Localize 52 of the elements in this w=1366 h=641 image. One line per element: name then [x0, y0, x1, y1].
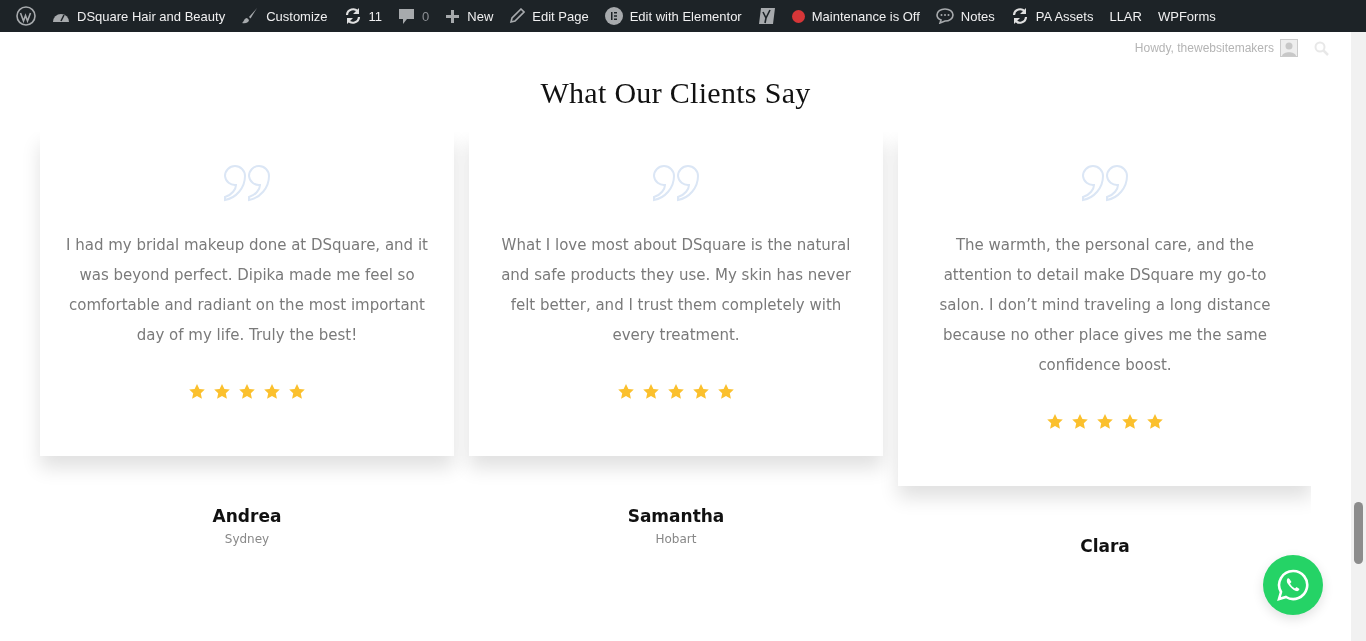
star-icon [1072, 414, 1088, 429]
testimonial-text: The warmth, the personal care, and the attention to detail make DSquare my go-to salon. I don’t mind traveling a long distance because no other place gives me the same confidence boost. [938, 235, 1272, 376]
comment-icon [398, 7, 416, 25]
client-name: Clara [1080, 536, 1130, 556]
wordpress-logo-icon [16, 6, 36, 26]
star-icon [189, 384, 205, 399]
star-icon [668, 384, 684, 399]
star-icon [289, 384, 305, 399]
status-dot-icon [791, 9, 805, 23]
scrollbar[interactable] [1351, 32, 1366, 641]
star-icon [1122, 414, 1138, 429]
star-icon [693, 384, 709, 399]
admin-bar-item[interactable]: New [437, 0, 502, 32]
admin-bar-item[interactable]: Edit with Elementor [596, 0, 750, 32]
section-title: What Our Clients Say [539, 76, 812, 110]
client-name: Andrea [212, 506, 282, 526]
client-location: Sydney [224, 532, 270, 546]
admin-bar-item[interactable]: LLAR [1101, 0, 1150, 32]
star-icon [618, 384, 634, 399]
whatsapp-icon [1276, 568, 1310, 602]
admin-bar-item[interactable]: 11 [335, 0, 391, 32]
refresh-icon [1010, 7, 1029, 25]
admin-bar-item[interactable]: DSquare Hair and Beauty [44, 0, 234, 32]
admin-bar-item[interactable]: Notes [927, 0, 1003, 32]
star-icon [643, 384, 659, 399]
star-icon [214, 384, 230, 399]
star-icon [264, 384, 280, 399]
admin-bar-item[interactable]: Maintenance is Off [783, 0, 928, 32]
testimonial-text: I had my bridal makeup done at DSquare, and it was beyond perfect. Dipika made me feel so comfortable and radiant on the most important day of my life. Truly the best! [66, 235, 428, 346]
testimonial-text: What I love most about DSquare is the natural and safe products they use. My skin has never felt better, and I trust them completely with every treatment. [500, 235, 852, 346]
pencil-icon [509, 8, 526, 24]
plus-icon [445, 8, 461, 24]
admin-bar-item[interactable]: PA Assets [1002, 0, 1102, 32]
quote-icon [1080, 162, 1130, 202]
star-icon [1097, 414, 1113, 429]
admin-bar-item[interactable]: Customize [233, 0, 336, 32]
quote-icon [651, 162, 701, 202]
star-icon [1047, 414, 1063, 429]
elementor-icon [604, 7, 623, 25]
yoast-icon [757, 6, 776, 26]
whatsapp-button[interactable] [1263, 555, 1323, 615]
star-icon [239, 384, 255, 399]
refresh-icon [343, 7, 362, 25]
client-name: Samantha [627, 506, 725, 526]
client-location: Hobart [655, 532, 697, 546]
star-icon [1147, 414, 1163, 429]
quote-icon [222, 162, 272, 202]
admin-bar-item[interactable]: WPForms [1149, 0, 1224, 32]
admin-bar-item[interactable]: Edit Page [501, 0, 597, 32]
speech-bubble-icon [935, 8, 954, 24]
star-icon [718, 384, 734, 399]
admin-bar-item[interactable]: 0 [390, 0, 438, 32]
